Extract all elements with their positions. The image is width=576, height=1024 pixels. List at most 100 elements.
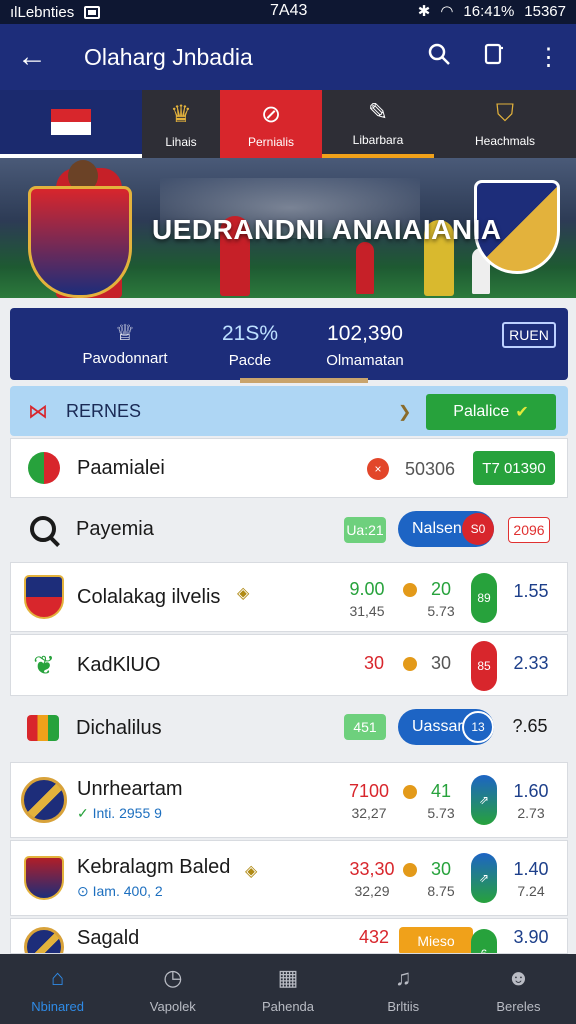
tab-lihais[interactable]: ♛ Lihais	[142, 90, 220, 158]
odd-value[interactable]: 1.55	[501, 581, 561, 602]
nav-item-vapolek[interactable]: ◷ Vapolek	[115, 954, 230, 1024]
flag-icon	[51, 109, 91, 135]
odd-value[interactable]: 2.33	[501, 653, 561, 674]
trend-icon: ⇗	[471, 853, 497, 903]
odd-value[interactable]: 33,30	[337, 859, 407, 880]
stats-card: ♕ Pavodonnart 21S% Pacde 102,390 Olmamat…	[10, 308, 568, 383]
list-item[interactable]: Payemia Ua:21 Nalsen S0 2096	[10, 500, 568, 558]
odd-value[interactable]: 30	[421, 859, 461, 880]
coin-icon	[403, 583, 417, 597]
item-name: Unrheartam	[77, 778, 183, 800]
wifi-icon: ◠	[440, 3, 454, 20]
tab-libarbara[interactable]: ✎ Libarbara	[322, 90, 434, 158]
medal-icon: ◈	[245, 863, 258, 880]
nav-item-pahenda[interactable]: ▦ Pahenda	[230, 954, 345, 1024]
odd-sub: 31,45	[349, 603, 385, 619]
odd-sub: 5.73	[427, 805, 455, 821]
home-icon: ⌂	[50, 964, 65, 990]
trend-icon: ⇗	[471, 775, 497, 825]
section-header: ⋈ RERNES ❯ Palalice ✔	[10, 386, 568, 436]
list-item[interactable]: Dichalilus 451 Uassar 13 ?.65	[10, 698, 568, 758]
chevron-icon[interactable]: ❯	[398, 402, 411, 422]
tab-label: Heachmals	[474, 134, 536, 148]
info-icon: ⊙	[77, 883, 89, 899]
nav-item-home[interactable]: ⌂ Nbinared	[0, 954, 115, 1024]
trophy-icon: ♕	[115, 320, 135, 345]
score-badge[interactable]: T7 01390	[473, 451, 555, 485]
odd-value[interactable]: ?.65	[500, 716, 560, 737]
leaf-icon: ❦	[33, 649, 55, 680]
stat-label: Pacde	[228, 352, 272, 369]
user-icon: ☻	[506, 964, 530, 990]
item-name: Payemia	[76, 517, 154, 540]
search-icon[interactable]	[411, 42, 466, 73]
shield-number-icon: ⛉	[496, 100, 514, 127]
bow-icon: ⋈	[28, 400, 48, 423]
palalice-button[interactable]: Palalice ✔	[426, 394, 556, 430]
seg-dot: S0	[462, 513, 494, 545]
odd-value[interactable]: 41	[421, 781, 461, 802]
list-item[interactable]: Sagald 432 Mieso 6 3.90	[10, 918, 568, 954]
tab-label: Lihais	[165, 134, 197, 149]
tab-flag[interactable]	[0, 90, 142, 158]
status-bar: ılLebnties 7A43 ✱ ◠ 16:41% 15367	[0, 0, 576, 24]
clock-badge-icon: ×	[367, 458, 389, 480]
item-subtitle: Inti. 2955 9	[92, 805, 162, 821]
nav-item-bereles[interactable]: ☻ Bereles	[461, 954, 576, 1024]
hero-banner[interactable]: UEDRANDNI ANAIAIANIA	[0, 158, 576, 298]
item-name: Kebralagm Baled	[77, 856, 231, 878]
item-time: 50306	[404, 459, 456, 479]
odd-value[interactable]: 7100	[337, 781, 401, 802]
share-icon[interactable]	[466, 42, 521, 73]
more-vert-icon[interactable]: ⋮	[521, 43, 576, 72]
list-item[interactable]: Colalakag ilvelis ◈ 9.00 31,45 20 5.73 8…	[10, 562, 568, 632]
item-name: Sagald	[77, 926, 140, 949]
odd-sub: 2.73	[517, 805, 545, 821]
bluetooth-icon: ✱	[417, 3, 431, 20]
hero-title: UEDRANDNI ANAIAIANIA	[152, 214, 502, 245]
stats-button[interactable]: RUEN	[502, 322, 556, 348]
tab-pernialis[interactable]: ⊘ Pernialis	[220, 90, 322, 158]
nav-item-brltiis[interactable]: ♫ Brltiis	[346, 954, 461, 1024]
list-item[interactable]: Paamialei × 50306 T7 01390	[10, 438, 568, 498]
coin-icon	[403, 785, 417, 799]
stats-indicator	[240, 378, 368, 383]
odd-value[interactable]: 20	[421, 579, 461, 600]
status-capsule: 89	[471, 573, 497, 623]
uassar-button[interactable]: Uassar 13	[398, 709, 494, 745]
item-subtitle: Iam. 400, 2	[92, 883, 163, 899]
odd-value[interactable]: 30	[421, 653, 461, 674]
odd-value[interactable]: 9.00	[337, 579, 397, 600]
odd-sub: 32,29	[354, 883, 390, 899]
ticket-icon: ▦	[277, 964, 299, 990]
tab-heachmals[interactable]: ⛉ Heachmals	[434, 90, 576, 158]
odd-value[interactable]: 432	[347, 927, 401, 948]
list-item[interactable]: Kebralagm Baled ⊙ Iam. 400, 2 ◈ 33,30 32…	[10, 840, 568, 916]
status-pill: Mieso	[399, 927, 473, 953]
clock-icon: ◷	[163, 964, 183, 990]
list-item[interactable]: Unrheartam ✓ Inti. 2955 9 7100 32,27 41 …	[10, 762, 568, 838]
odd-value[interactable]: 1.60	[501, 781, 561, 802]
verified-icon: ✓	[77, 805, 89, 821]
notification-icon	[84, 5, 101, 19]
odd-value[interactable]: 1.40	[501, 859, 561, 880]
bell-icon: ♫	[394, 964, 412, 990]
tab-label: Pernialis	[247, 134, 295, 149]
odd-value[interactable]: 30	[347, 653, 401, 674]
team-crest-left	[28, 186, 132, 298]
team-crest-icon	[24, 575, 64, 619]
item-name: KadKlUO	[77, 653, 161, 676]
coin-icon	[403, 657, 417, 671]
count-pill: Ua:21	[344, 517, 386, 543]
team-crest-icon	[24, 927, 64, 953]
status-capsule: 6	[471, 929, 497, 953]
back-arrow-icon[interactable]: ←	[0, 40, 64, 74]
seg-dot: 13	[462, 711, 494, 743]
odd-value[interactable]: 3.90	[501, 927, 561, 948]
red-badge: 2096	[508, 517, 550, 543]
list-item[interactable]: ❦ KadKlUO 30 30 85 2.33	[10, 634, 568, 696]
item-name: Paamialei	[77, 456, 165, 479]
odd-sub: 7.24	[517, 883, 545, 899]
item-name: Colalakag ilvelis	[77, 585, 221, 608]
nalsen-button[interactable]: Nalsen S0	[398, 511, 494, 547]
